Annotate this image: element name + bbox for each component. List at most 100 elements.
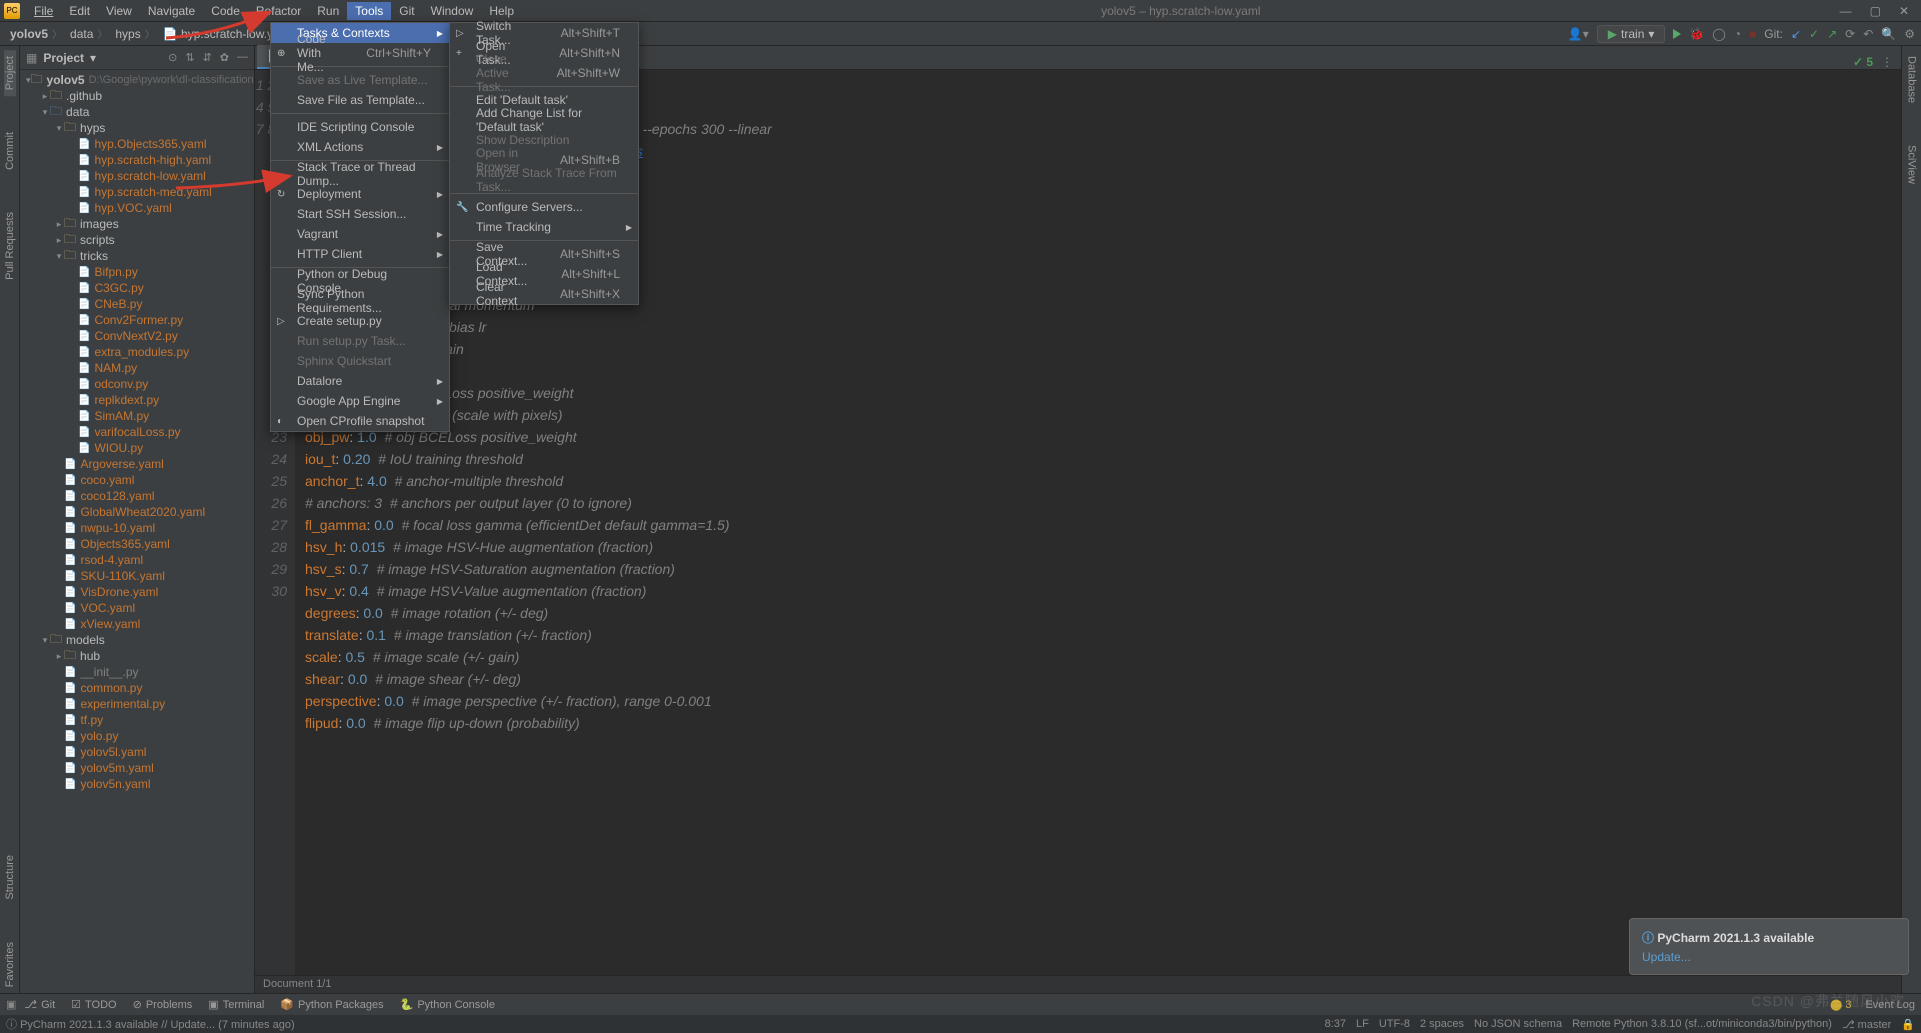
tree-item[interactable]: 📄hyp.scratch-med.yaml [20, 184, 254, 200]
tab-favorites[interactable]: Favorites [4, 936, 16, 993]
tab-pull-requests[interactable]: Pull Requests [4, 206, 16, 286]
tree-item[interactable]: 📄Bifpn.py [20, 264, 254, 280]
breadcrumb[interactable]: data [66, 26, 111, 41]
tree-item[interactable]: 📄common.py [20, 680, 254, 696]
tree-item[interactable]: ▾🗀tricks [20, 248, 254, 264]
tree-item[interactable]: 📄replkdext.py [20, 392, 254, 408]
project-tree[interactable]: ▾🗀yolov5D:\Google\pywork\dl-classificati… [20, 70, 254, 993]
vcs-push-icon[interactable]: ↗ [1827, 27, 1837, 41]
vcs-update-icon[interactable]: ↙ [1791, 27, 1801, 41]
menu-item[interactable]: Time Tracking▶ [450, 217, 638, 237]
tree-item[interactable]: 📄VisDrone.yaml [20, 584, 254, 600]
tab-commit[interactable]: Commit [4, 126, 16, 176]
menu-navigate[interactable]: Navigate [140, 2, 203, 20]
notification-popup[interactable]: ⓘ PyCharm 2021.1.3 available Update... [1629, 918, 1909, 975]
tab-python-packages[interactable]: 📦 Python Packages [272, 998, 391, 1011]
tree-item[interactable]: 📄hyp.Objects365.yaml [20, 136, 254, 152]
tree-item[interactable]: ▸🗀images [20, 216, 254, 232]
search-icon[interactable]: 🔍 [1881, 27, 1896, 41]
gear-icon[interactable]: ✿ [220, 51, 229, 64]
maximize-icon[interactable]: ▢ [1870, 4, 1881, 18]
run-icon[interactable] [1673, 29, 1681, 39]
tree-item[interactable]: 📄CNeB.py [20, 296, 254, 312]
tree-item[interactable]: 📄WIOU.py [20, 440, 254, 456]
tree-item[interactable]: 📄hyp.scratch-low.yaml [20, 168, 254, 184]
add-user-icon[interactable]: 👤▾ [1568, 27, 1589, 41]
menu-item[interactable]: Datalore▶ [271, 371, 449, 391]
menu-item[interactable]: Save File as Template... [271, 90, 449, 110]
debug-icon[interactable]: 🐞 [1689, 27, 1704, 41]
menu-file[interactable]: File [26, 2, 61, 20]
line-sep[interactable]: LF [1356, 1018, 1369, 1031]
tools-menu[interactable]: Tasks & Contexts▶⊕Code With Me...Ctrl+Sh… [270, 22, 450, 432]
tree-item[interactable]: 📄C3GC.py [20, 280, 254, 296]
tree-item[interactable]: 📄ConvNextV2.py [20, 328, 254, 344]
tree-item[interactable]: 📄NAM.py [20, 360, 254, 376]
tab-structure[interactable]: Structure [4, 849, 16, 906]
menu-item[interactable]: ◐Open CProfile snapshot [271, 411, 449, 431]
menu-item[interactable]: Vagrant▶ [271, 224, 449, 244]
tree-item[interactable]: 📄coco.yaml [20, 472, 254, 488]
tree-item[interactable]: ▾🗀models [20, 632, 254, 648]
tree-item[interactable]: 📄Argoverse.yaml [20, 456, 254, 472]
tree-item[interactable]: ▸🗀scripts [20, 232, 254, 248]
menu-git[interactable]: Git [391, 2, 422, 20]
coverage-icon[interactable]: ◯ [1712, 27, 1725, 41]
tree-item[interactable]: 📄varifocalLoss.py [20, 424, 254, 440]
schema[interactable]: No JSON schema [1474, 1018, 1562, 1031]
tab-options-icon[interactable]: ⋮ [1881, 55, 1893, 69]
profile-icon[interactable]: ◔ [1734, 27, 1741, 41]
close-icon[interactable]: ✕ [1899, 4, 1909, 18]
menu-run[interactable]: Run [309, 2, 347, 20]
select-opened-file-icon[interactable]: ⊙ [168, 51, 177, 64]
settings-icon[interactable]: ⚙ [1904, 27, 1915, 41]
tree-item[interactable]: 📄yolo.py [20, 728, 254, 744]
menu-code[interactable]: Code [203, 2, 248, 20]
menu-refactor[interactable]: Refactor [248, 2, 309, 20]
menu-item[interactable]: XML Actions▶ [271, 137, 449, 157]
tree-item[interactable]: 📄odconv.py [20, 376, 254, 392]
tab-problems[interactable]: ⊘ Problems [125, 998, 201, 1011]
stop-icon[interactable]: ■ [1749, 27, 1756, 41]
tree-item[interactable]: 📄extra_modules.py [20, 344, 254, 360]
vcs-history-icon[interactable]: ⟳ [1845, 27, 1855, 41]
tree-item[interactable]: ▾🗀hyps [20, 120, 254, 136]
menu-item[interactable]: Sync Python Requirements... [271, 291, 449, 311]
tree-item[interactable]: 📄SimAM.py [20, 408, 254, 424]
tree-item[interactable]: 📄hyp.VOC.yaml [20, 200, 254, 216]
menu-item[interactable]: ▷Create setup.py [271, 311, 449, 331]
indent[interactable]: 2 spaces [1420, 1018, 1464, 1031]
run-config-selector[interactable]: ▶ train ▾ [1597, 25, 1666, 43]
inspection-badge[interactable]: ✓ 5 [1853, 55, 1873, 69]
tab-database[interactable]: Database [1906, 50, 1918, 109]
tab-terminal[interactable]: ▣ Terminal [200, 998, 272, 1011]
tree-item[interactable]: 📄yolov5l.yaml [20, 744, 254, 760]
tree-item[interactable]: 📄coco128.yaml [20, 488, 254, 504]
menu-item[interactable]: Google App Engine▶ [271, 391, 449, 411]
tree-item[interactable]: ▾🗀data [20, 104, 254, 120]
tab-git[interactable]: ⎇ Git [16, 998, 63, 1011]
vcs-commit-icon[interactable]: ✓ [1809, 27, 1819, 41]
menu-item[interactable]: Add Change List for 'Default task' [450, 110, 638, 130]
tab-python-console[interactable]: 🐍 Python Console [392, 998, 503, 1011]
breadcrumb[interactable]: yolov5 [6, 26, 66, 41]
tree-item[interactable]: 📄tf.py [20, 712, 254, 728]
tree-item[interactable]: 📄experimental.py [20, 696, 254, 712]
tree-item[interactable]: 📄hyp.scratch-high.yaml [20, 152, 254, 168]
encoding[interactable]: UTF-8 [1379, 1018, 1410, 1031]
tool-window-icon[interactable]: ▣ [6, 998, 16, 1011]
branch[interactable]: ⎇ master [1842, 1018, 1891, 1031]
tree-item[interactable]: 📄VOC.yaml [20, 600, 254, 616]
tab-sciview[interactable]: SciView [1906, 139, 1918, 190]
tree-item[interactable]: 📄rsod-4.yaml [20, 552, 254, 568]
menu-item[interactable]: HTTP Client▶ [271, 244, 449, 264]
tree-item[interactable]: 📄GlobalWheat2020.yaml [20, 504, 254, 520]
lock-icon[interactable]: 🔒 [1901, 1018, 1915, 1031]
tree-item[interactable]: 📄yolov5m.yaml [20, 760, 254, 776]
hide-icon[interactable]: — [237, 51, 248, 64]
menu-help[interactable]: Help [481, 2, 522, 20]
minimize-icon[interactable]: — [1840, 4, 1852, 18]
tab-todo[interactable]: ☑ TODO [63, 998, 124, 1011]
notif-update-link[interactable]: Update... [1642, 950, 1896, 964]
menu-item[interactable]: ↻Deployment▶ [271, 184, 449, 204]
